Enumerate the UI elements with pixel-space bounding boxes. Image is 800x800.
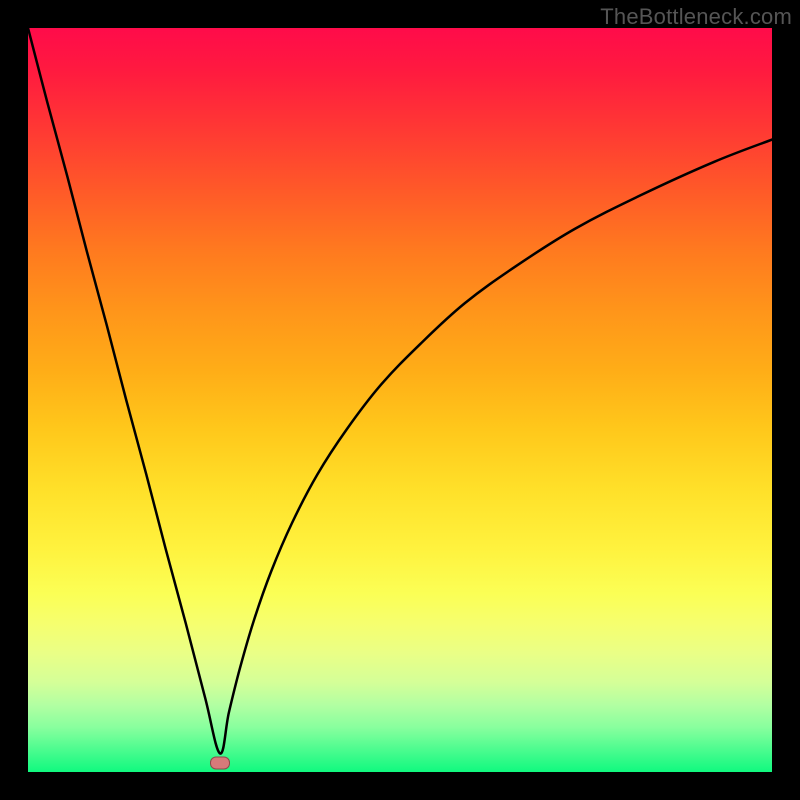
bottleneck-curve	[28, 28, 772, 772]
chart-frame: TheBottleneck.com	[0, 0, 800, 800]
plot-area	[28, 28, 772, 772]
curve-path	[28, 28, 772, 754]
watermark-text: TheBottleneck.com	[600, 4, 792, 30]
minimum-marker	[210, 757, 230, 770]
